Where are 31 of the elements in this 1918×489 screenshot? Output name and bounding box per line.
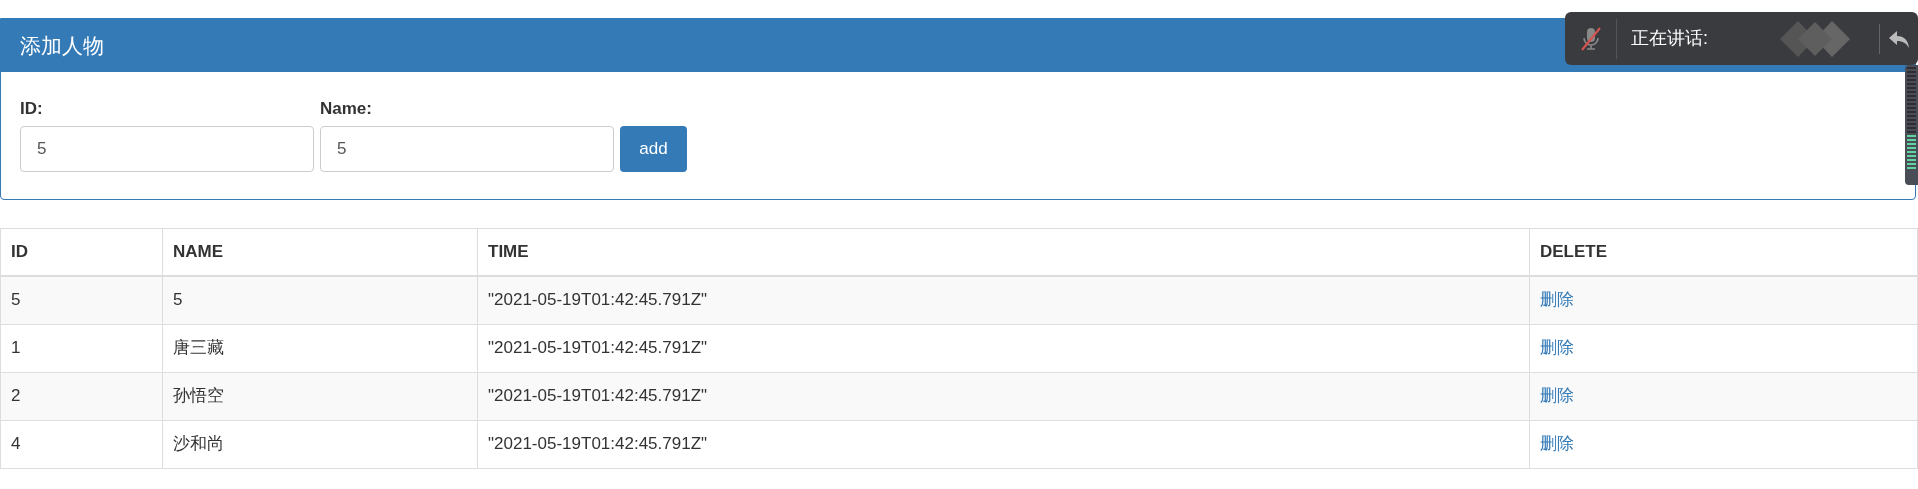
speaking-label: 正在讲话: [1631,27,1708,50]
table-cell: 1 [0,324,163,372]
column-header: ID [0,228,163,275]
column-header: DELETE [1530,228,1918,275]
input-field[interactable]: 5 [320,125,614,172]
input-field[interactable]: 5 [20,125,314,172]
delete-link[interactable]: 删除 [1540,431,1574,457]
table-cell: "2021-05-19T01:42:45.791Z" [478,276,1530,324]
delete-link[interactable]: 删除 [1540,287,1574,313]
level-meter-icon [1905,65,1918,185]
reply-icon[interactable] [1888,28,1910,49]
add-button[interactable]: add [620,125,687,172]
table-cell: 5 [0,276,163,324]
delete-link[interactable]: 删除 [1540,383,1574,409]
table-cell: 沙和尚 [163,420,478,468]
table-cell: 唐三藏 [163,324,478,372]
field-label: Name: [320,98,373,120]
table-cell: "2021-05-19T01:42:45.791Z" [478,372,1530,420]
field-label: ID: [20,98,44,120]
panel-title: 添加人物 [20,32,104,59]
table-cell: "2021-05-19T01:42:45.791Z" [478,420,1530,468]
delete-link[interactable]: 删除 [1540,335,1574,361]
muted-microphone-icon[interactable] [1579,25,1602,52]
table-cell: "2021-05-19T01:42:45.791Z" [478,324,1530,372]
table-cell: 孙悟空 [163,372,478,420]
column-header: NAME [163,228,478,275]
table-cell: 2 [0,372,163,420]
table-cell: 4 [0,420,163,468]
column-header: TIME [478,228,1530,275]
diamond-logo-icon [1780,20,1850,57]
table-cell: 5 [163,276,478,324]
